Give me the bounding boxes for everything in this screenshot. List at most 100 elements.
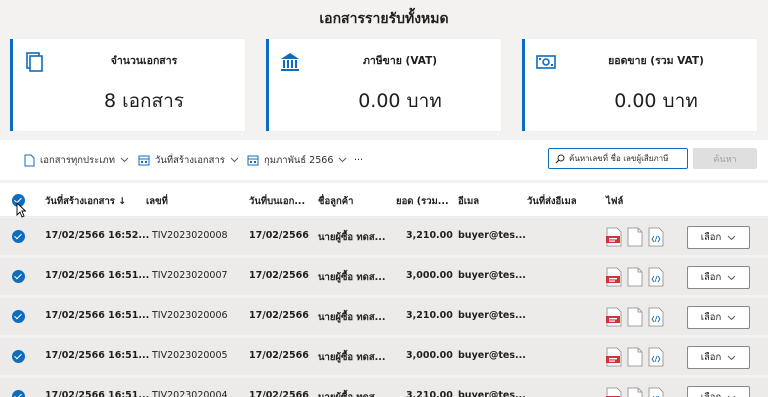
card-label: จำนวนเอกสาร [110,55,178,67]
doc-type-dropdown[interactable]: เอกสารทุกประเภท [24,152,134,168]
xml-file-icon[interactable] [648,267,664,287]
document-file-icon[interactable] [627,307,643,327]
cell-doc-date: 17/02/2566 [249,310,309,321]
pdf-file-icon[interactable] [606,227,622,247]
header-total[interactable]: ยอด (รวม... [396,194,449,209]
document-file-icon[interactable] [627,347,643,367]
xml-file-icon[interactable] [648,227,664,247]
xml-file-icon[interactable] [648,307,664,327]
chevron-down-icon [120,157,129,163]
card-value: 8 เอกสาร [103,90,184,112]
table-row[interactable]: 17/02/2566 16:52... TIV2023020008 17/02/25… [0,218,768,256]
pdf-file-icon[interactable] [606,387,622,397]
row-checkbox[interactable] [12,350,25,363]
card-label: ยอดขาย (รวม VAT) [608,55,704,67]
header-customer[interactable]: ชื่อลูกค้า [318,194,353,209]
cell-email: buyer@tes... [458,270,526,281]
file-icons [606,267,664,287]
chevron-down-icon [727,315,736,320]
calendar-icon [138,155,150,166]
file-icons [606,307,664,327]
header-sent-date[interactable]: วันที่ส่งอีเมล [527,194,577,209]
select-dropdown-button[interactable]: เลือก [687,266,750,289]
cell-created: 17/02/2566 16:51... [45,270,150,281]
cell-email: buyer@tes... [458,310,526,321]
table-row[interactable]: 17/02/2566 16:51... TIV2023020006 17/02/25… [0,298,768,336]
xml-file-icon[interactable] [648,347,664,367]
row-checkbox[interactable] [12,230,25,243]
card-label: ภาษีขาย (VAT) [362,55,438,67]
date-created-dropdown[interactable]: วันที่สร้างเอกสาร [138,152,244,168]
cell-doc-date: 17/02/2566 [249,230,309,241]
documents-icon [26,52,43,72]
select-label: เลือก [701,390,722,397]
cell-doc-date: 17/02/2566 [249,350,309,361]
cell-number: TIV2023020006 [152,310,228,321]
cell-doc-date: 17/02/2566 [249,270,309,281]
document-file-icon[interactable] [627,227,643,247]
chevron-down-icon [727,235,736,240]
page: เอกสารรายรับทั้งหมด จำนวนเอกสาร 8 เอกสาร… [0,0,768,397]
cell-doc-date: 17/02/2566 [249,390,309,397]
more-button[interactable]: ··· [354,152,363,168]
header-number[interactable]: เลขที่ [146,194,168,209]
select-label: เลือก [700,352,722,363]
pdf-file-icon[interactable] [606,267,622,287]
doc-type-label: เอกสารทุกประเภท [40,154,115,166]
calendar-icon [247,155,259,166]
document-file-icon[interactable] [627,267,643,287]
chevron-down-icon [727,275,736,280]
table-row[interactable]: 17/02/2566 16:51... TIV2023020005 17/02/25… [0,338,768,376]
cell-created: 17/02/2566 16:51... [45,310,150,321]
select-dropdown-button[interactable]: เลือก [687,306,750,329]
cell-total: 3,000.00 [406,350,453,361]
xml-file-icon[interactable] [648,387,664,397]
select-dropdown-button[interactable]: เลือก [687,226,750,249]
select-label: เลือก [700,232,722,243]
file-icons [606,227,664,247]
pdf-file-icon[interactable] [606,307,622,327]
row-checkbox[interactable] [12,270,25,283]
card-document-count: จำนวนเอกสาร 8 เอกสาร [10,39,245,131]
cell-number: TIV2023020005 [152,350,228,361]
filter-toolbar: เอกสารทุกประเภท วันที่สร้างเอกสาร กุมภาพ… [0,140,768,180]
card-value: 0.00 บาท [614,90,698,112]
cell-total: 3,210.00 [406,390,453,397]
month-dropdown[interactable]: กุมภาพันธ์ 2566 [247,152,352,168]
cell-email: buyer@tes... [458,230,526,241]
money-icon [536,55,556,69]
cell-total: 3,210.00 [406,310,453,321]
search-input[interactable]: ค้นหาเลขที่ ชื่อ เลขผู้เสียภาษี [548,148,688,169]
search-button[interactable]: ค้นหา [693,148,757,169]
cell-customer: นายผู้ซื้อ ทดส... [318,390,385,397]
cell-customer: นายผู้ซื้อ ทดส... [318,272,386,283]
search-placeholder: ค้นหาเลขที่ ชื่อ เลขผู้เสียภาษี [569,154,669,163]
header-created[interactable]: วันที่สร้างเอกสาร ↓ [45,194,126,209]
cell-created: 17/02/2566 16:52... [45,230,150,241]
table-header: วันที่สร้างเอกสาร ↓ เลขที่ วันที่บนเอก..… [0,183,768,217]
header-file: ไฟล์ [606,196,624,207]
cell-total: 3,000.00 [406,270,453,281]
table-row[interactable]: 17/02/2566 16:51... TIV2023020004 17/02/25… [0,378,768,397]
header-doc-date[interactable]: วันที่บนเอก... [249,194,305,209]
table-row[interactable]: 17/02/2566 16:51... TIV2023020007 17/02/25… [0,258,768,296]
date-created-label: วันที่สร้างเอกสาร [155,154,225,166]
cell-customer: นายผู้ซื้อ ทดส... [318,232,386,243]
cell-number: TIV2023020004 [152,390,228,397]
select-dropdown-button[interactable]: เลือก [687,386,750,397]
select-dropdown-button[interactable]: เลือก [687,346,750,369]
row-checkbox[interactable] [12,310,25,323]
header-email[interactable]: อีเมล [458,194,479,209]
cell-customer: นายผู้ซื้อ ทดส... [318,352,386,363]
cell-email: buyer@tes... [458,350,526,361]
row-checkbox[interactable] [12,390,25,397]
card-value: 0.00 บาท [358,90,442,112]
select-label: เลือก [700,272,722,283]
chevron-down-icon [230,157,239,163]
chevron-down-icon [339,157,347,163]
bank-icon [281,53,299,71]
pdf-file-icon[interactable] [606,347,622,367]
document-file-icon[interactable] [627,387,643,397]
cell-number: TIV2023020008 [152,230,228,241]
card-vat: ภาษีขาย (VAT) 0.00 บาท [266,39,501,131]
